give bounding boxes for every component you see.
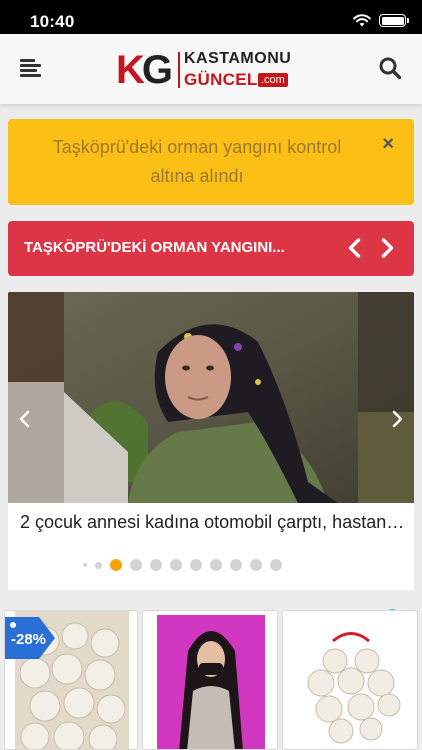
ad-card-garlic[interactable]: -28% <box>4 610 138 750</box>
logo-suffix: .com <box>258 73 288 87</box>
app-header: KG KASTAMONU GÜNCEL .com <box>0 34 422 104</box>
ad-image <box>157 615 265 749</box>
close-icon[interactable]: × <box>382 133 394 155</box>
search-icon <box>379 57 402 80</box>
search-button[interactable] <box>378 56 402 80</box>
status-icons <box>353 14 409 27</box>
ad-card-garlic-braid[interactable] <box>282 610 418 750</box>
pagination-dot[interactable] <box>250 559 262 571</box>
pagination-dot[interactable] <box>270 559 282 571</box>
pagination-dot[interactable] <box>170 559 182 571</box>
news-slider[interactable]: 2 çocuk annesi kadına otomobil çarptı, h… <box>8 292 414 590</box>
pagination-dot[interactable] <box>95 561 102 569</box>
pagination-dot[interactable] <box>210 559 222 571</box>
slide-prev-icon[interactable] <box>16 408 34 430</box>
alert-text: Taşköprü'deki orman yangını kontrol altı… <box>52 137 342 186</box>
ticker-headline[interactable]: TAŞKÖPRÜ'DEKİ ORMAN YANGINI... <box>24 239 316 256</box>
slide-next-icon[interactable] <box>388 408 406 430</box>
slide-image[interactable] <box>8 292 414 503</box>
logo-line-1: KASTAMONU <box>184 50 292 67</box>
chevron-left-icon[interactable] <box>345 237 365 259</box>
menu-icon <box>20 59 35 62</box>
pagination-dot[interactable] <box>190 559 202 571</box>
ad-strip: -28% <box>0 604 422 750</box>
logo-mark: KG <box>116 48 173 92</box>
status-time: 10:40 <box>30 12 75 31</box>
pagination-dot[interactable] <box>83 563 87 567</box>
slide-caption[interactable]: 2 çocuk annesi kadına otomobil çarptı, h… <box>20 512 405 533</box>
ad-image <box>283 611 417 749</box>
site-logo[interactable]: KG KASTAMONU GÜNCEL .com <box>116 48 292 92</box>
wifi-icon <box>353 14 371 27</box>
slider-pagination <box>83 559 282 571</box>
discount-label: -28% <box>11 631 47 648</box>
news-ticker[interactable]: TAŞKÖPRÜ'DEKİ ORMAN YANGINI... <box>8 221 414 276</box>
logo-line-2: GÜNCEL <box>184 70 258 89</box>
status-bar: 10:40 <box>0 0 422 34</box>
ad-card-fashion[interactable] <box>142 610 278 750</box>
news-photo <box>8 292 414 503</box>
menu-button[interactable] <box>20 58 42 78</box>
pagination-dot[interactable] <box>150 559 162 571</box>
pagination-dot[interactable] <box>230 559 242 571</box>
chevron-right-icon[interactable] <box>377 237 397 259</box>
breaking-news-alert[interactable]: Taşköprü'deki orman yangını kontrol altı… <box>8 119 414 205</box>
pagination-dot-active[interactable] <box>110 559 122 571</box>
pagination-dot[interactable] <box>130 559 142 571</box>
battery-icon <box>379 14 409 27</box>
